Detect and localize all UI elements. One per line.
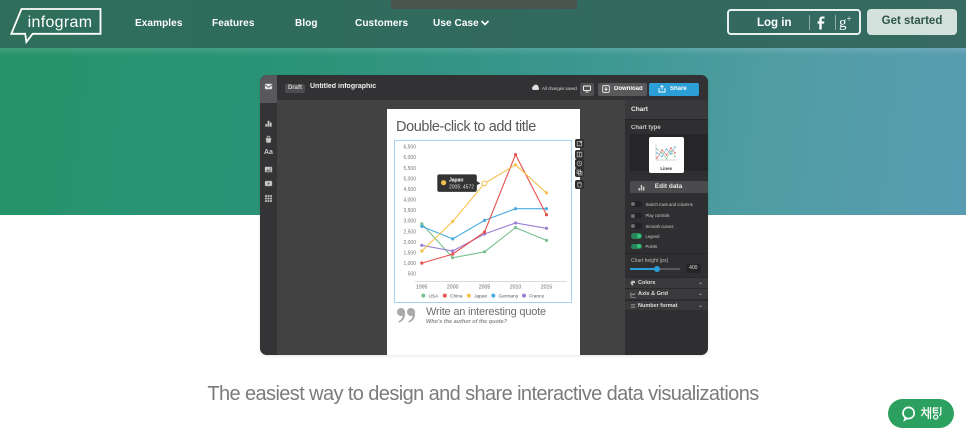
svg-text:500: 500 [407,272,416,278]
svg-text:2005: 4572: 2005: 4572 [449,185,474,191]
svg-text:2000: 2000 [446,285,458,291]
svg-text:2010: 2010 [509,285,521,291]
svg-text:China: China [450,294,463,300]
svg-text:6,500: 6,500 [403,145,416,151]
svg-text:France: France [529,294,544,300]
svg-text:2,500: 2,500 [403,230,416,236]
svg-text:Japan: Japan [474,294,487,300]
svg-text:3,500: 3,500 [403,208,416,214]
svg-text:2,000: 2,000 [403,240,416,246]
svg-text:4,500: 4,500 [403,187,416,193]
svg-text:6,000: 6,000 [403,155,416,161]
svg-text:USA: USA [428,294,439,300]
svg-text:1995: 1995 [416,285,428,291]
svg-text:2005: 2005 [478,285,490,291]
svg-text:5,000: 5,000 [403,177,416,183]
svg-text:5,500: 5,500 [403,166,416,172]
svg-text:infogram: infogram [28,14,93,31]
svg-text:1,000: 1,000 [403,261,416,267]
svg-text:1,500: 1,500 [403,251,416,257]
svg-text:3,000: 3,000 [403,219,416,225]
svg-text:4,000: 4,000 [403,198,416,204]
svg-text:2015: 2015 [540,285,552,291]
svg-text:Japan: Japan [449,178,463,184]
svg-text:Germany: Germany [498,294,518,300]
